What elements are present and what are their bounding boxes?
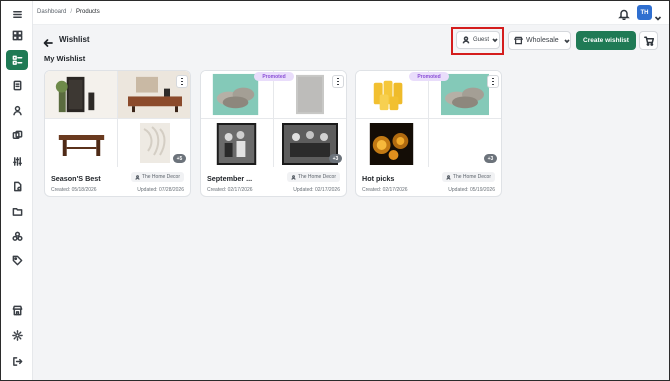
sidebar-item-reports[interactable] [6, 176, 28, 196]
sidebar-item-tags[interactable] [6, 250, 28, 270]
store-icon [514, 36, 523, 45]
guest-label: Guest [473, 37, 490, 43]
sidebar [1, 1, 33, 380]
sliders-icon [12, 156, 22, 166]
bell-icon [618, 9, 630, 21]
wholesale-label: Wholesale [526, 37, 559, 44]
products-icon [12, 55, 22, 65]
user-icon [135, 174, 140, 180]
extra-items-badge: +5 [173, 154, 186, 163]
product-thumbnail[interactable] [356, 119, 429, 167]
wishlist-title: Season'S Best [51, 174, 101, 183]
breadcrumb-products: Products [76, 9, 100, 15]
document-icon [13, 181, 21, 191]
arrow-left-icon [43, 39, 53, 47]
more-options-button[interactable] [176, 75, 188, 88]
created-date: Created: 02/17/2026 [362, 187, 408, 193]
tag-icon [12, 255, 22, 265]
user-icon [12, 105, 22, 115]
user-icon [462, 36, 470, 44]
product-thumbnail[interactable] [45, 119, 118, 167]
store-icon [12, 305, 22, 315]
wishlist-thumbnails: +5 [45, 71, 190, 167]
breadcrumb: Dashboard / Products [37, 9, 100, 15]
create-wishlist-button[interactable]: Create wishlist [576, 31, 636, 50]
promoted-badge: Promoted [409, 72, 449, 81]
shop-badge: The Home Decor [130, 172, 184, 182]
chevron-down-icon [492, 38, 498, 43]
wishlist-thumbnails: Promoted +3 [201, 71, 346, 167]
created-date: Created: 05/18/2026 [51, 187, 97, 193]
breadcrumb-separator: / [70, 9, 73, 15]
promoted-badge: Promoted [254, 72, 294, 81]
wishlist-title: September ... [207, 174, 253, 183]
updated-date: Updated: 07/28/2026 [137, 187, 184, 193]
more-options-button[interactable] [487, 75, 499, 88]
sidebar-item-groups[interactable] [6, 226, 28, 246]
sidebar-item-dashboard[interactable] [6, 25, 28, 45]
sidebar-item-logout[interactable] [6, 351, 28, 371]
dashboard-icon [12, 30, 22, 40]
shop-name: The Home Decor [452, 174, 491, 180]
sidebar-item-collections[interactable] [6, 125, 28, 145]
stack-icon [12, 130, 22, 139]
shop-name: The Home Decor [297, 174, 336, 180]
section-title: My Wishlist [44, 54, 86, 63]
gear-icon [11, 329, 23, 341]
breadcrumb-dashboard[interactable]: Dashboard [37, 9, 66, 15]
product-thumbnail[interactable] [201, 119, 274, 167]
wishlist-card[interactable]: Promoted +3 Hot picks The Home Decor Cre… [355, 70, 502, 197]
hamburger-icon [12, 10, 22, 18]
orders-icon [13, 80, 21, 90]
menu-toggle-button[interactable] [6, 4, 28, 24]
more-options-button[interactable] [332, 75, 344, 88]
extra-items-badge: +3 [329, 154, 342, 163]
sidebar-item-settings-sliders[interactable] [6, 151, 28, 171]
extra-items-badge: +3 [484, 154, 497, 163]
sidebar-item-orders[interactable] [6, 75, 28, 95]
product-thumbnail[interactable] [45, 71, 118, 119]
notifications-button[interactable] [618, 7, 630, 21]
sidebar-item-files[interactable] [6, 201, 28, 221]
logout-icon [12, 356, 22, 366]
updated-date: Updated: 05/19/2026 [448, 187, 495, 193]
chevron-down-icon [564, 38, 570, 43]
wishlist-card[interactable]: Promoted +3 September ... The Home Decor… [200, 70, 347, 197]
back-button[interactable] [43, 35, 53, 47]
wishlist-thumbnails: Promoted +3 [356, 71, 501, 167]
cart-icon [643, 35, 654, 46]
account-menu-button[interactable] [654, 9, 662, 21]
shop-badge: The Home Decor [441, 172, 495, 182]
cart-button[interactable] [639, 31, 658, 50]
wishlist-card[interactable]: +5 Season'S Best The Home Decor Created:… [44, 70, 191, 197]
sidebar-item-products[interactable] [6, 50, 28, 70]
shop-name: The Home Decor [141, 174, 180, 180]
updated-date: Updated: 02/17/2026 [293, 187, 340, 193]
top-bar: Dashboard / Products TH [33, 1, 669, 25]
wholesale-dropdown[interactable]: Wholesale [508, 31, 571, 50]
sidebar-item-settings[interactable] [6, 325, 28, 345]
user-icon [291, 174, 296, 180]
chevron-down-icon [654, 16, 662, 21]
sidebar-item-store[interactable] [6, 300, 28, 320]
avatar[interactable]: TH [637, 5, 652, 20]
circles-icon [11, 231, 23, 241]
page-title: Wishlist [59, 35, 90, 44]
main-content: Wishlist My Wishlist Guest Wholesale Cre… [33, 25, 669, 380]
folder-icon [12, 207, 22, 216]
wishlist-title: Hot picks [362, 174, 395, 183]
sidebar-item-customers[interactable] [6, 100, 28, 120]
guest-dropdown[interactable]: Guest [456, 31, 500, 49]
user-icon [446, 174, 451, 180]
created-date: Created: 02/17/2026 [207, 187, 253, 193]
shop-badge: The Home Decor [286, 172, 340, 182]
